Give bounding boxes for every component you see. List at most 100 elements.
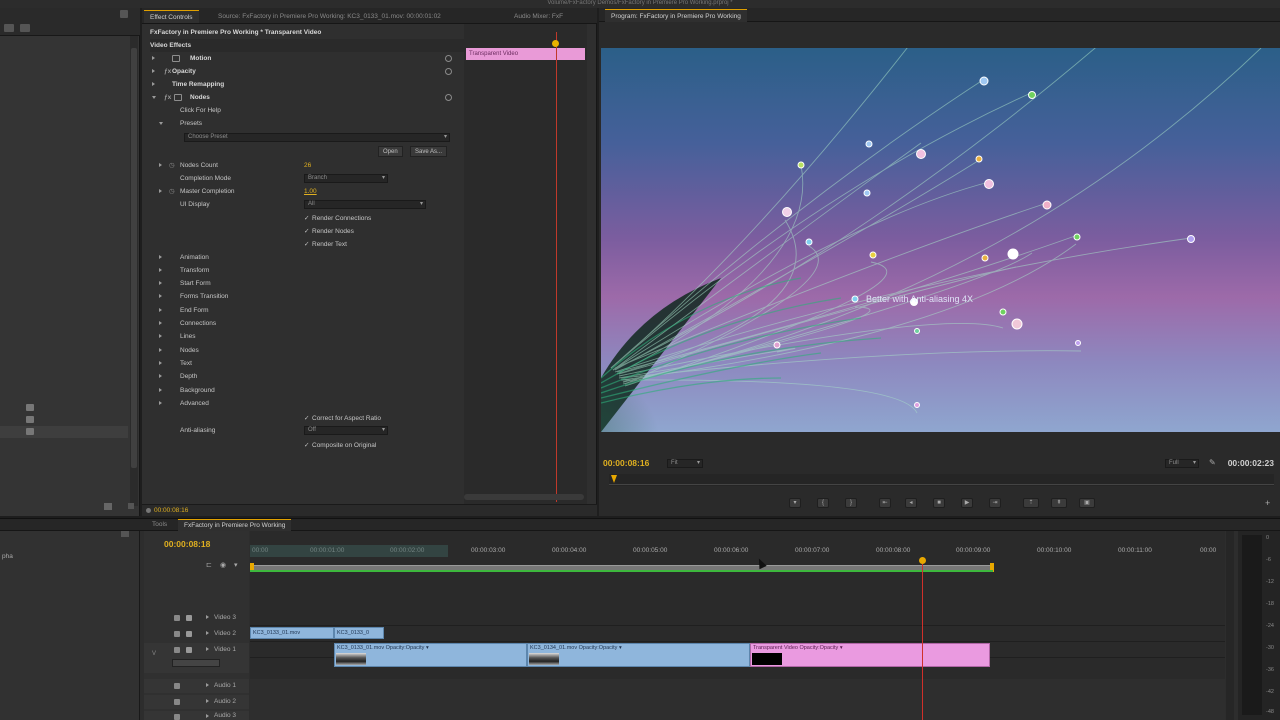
lock-icon[interactable]	[186, 615, 192, 621]
group-row-start-form[interactable]: Start Form	[142, 277, 460, 290]
group-row-forms-transition[interactable]: Forms Transition	[142, 290, 460, 303]
track-header-audio-1[interactable]: Audio 1	[144, 679, 249, 693]
render-nodes-row[interactable]: ✓ Render Nodes	[142, 225, 460, 238]
effect-controls-mini-timeline[interactable]: Transparent Video	[464, 24, 587, 504]
project-selected-row[interactable]	[0, 426, 128, 438]
step-back-icon[interactable]: ◂	[905, 498, 917, 508]
project-scroll-thumb[interactable]	[131, 48, 137, 468]
track-header-video-2[interactable]: Video 2	[144, 627, 249, 641]
tab-effect-controls[interactable]: Effect Controls	[144, 10, 199, 23]
wrench-icon[interactable]: ✎	[1209, 458, 1216, 467]
click-for-help-label[interactable]: Click For Help	[180, 104, 221, 117]
expand-triangle-icon[interactable]	[206, 647, 209, 651]
ec-timecode[interactable]: 00:00:08:16	[154, 507, 188, 514]
composite-original-checkbox[interactable]: ✓	[304, 439, 309, 452]
collapse-triangle-icon[interactable]	[159, 122, 163, 125]
group-row-transform[interactable]: Transform	[142, 264, 460, 277]
nodes-count-row[interactable]: ◷ Nodes Count 26	[142, 159, 460, 172]
expand-triangle-icon[interactable]	[159, 294, 162, 298]
stop-icon[interactable]: ■	[933, 498, 945, 508]
nodes-count-value[interactable]: 26	[304, 159, 311, 172]
master-completion-row[interactable]: ◷ Master Completion 1.00	[142, 185, 460, 198]
reset-icon[interactable]	[445, 55, 452, 62]
expand-triangle-icon[interactable]	[159, 334, 162, 338]
expand-triangle-icon[interactable]	[159, 189, 162, 193]
fx-toggle-icon[interactable]	[174, 94, 182, 101]
source-target-icon[interactable]: V	[152, 651, 156, 657]
choose-preset-dropdown[interactable]: Choose Preset	[184, 133, 450, 142]
list-view-icon[interactable]	[4, 24, 14, 32]
program-playhead-handle[interactable]	[611, 475, 617, 483]
extract-icon[interactable]: ⇞	[1051, 498, 1067, 508]
render-connections-checkbox[interactable]: ✓	[304, 212, 309, 225]
panel-menu-icon[interactable]	[120, 10, 128, 18]
expand-triangle-icon[interactable]	[159, 361, 162, 365]
tab-tools[interactable]: Tools	[146, 519, 173, 531]
group-row-depth[interactable]: Depth	[142, 370, 460, 383]
speaker-icon[interactable]	[174, 699, 180, 705]
time-ruler[interactable]: 00:00 00:00:01:00 00:00:02:00 00:00:03:0…	[250, 545, 1225, 557]
tab-source[interactable]: Source: FxFactory in Premiere Pro Workin…	[212, 10, 482, 23]
program-video-frame[interactable]: Better with Anti-aliasing 4X	[601, 48, 1280, 432]
stopwatch-icon[interactable]: ◷	[169, 159, 175, 172]
bin-icon[interactable]	[26, 416, 34, 423]
audio-tracks-area[interactable]	[250, 679, 1225, 720]
export-frame-icon[interactable]: ▣	[1079, 498, 1095, 508]
expand-triangle-icon[interactable]	[206, 714, 209, 718]
expand-triangle-icon[interactable]	[159, 374, 162, 378]
fit-dropdown[interactable]: Fit	[667, 459, 703, 468]
group-row-end-form[interactable]: End Form	[142, 304, 460, 317]
expand-triangle-icon[interactable]	[159, 321, 162, 325]
expand-triangle-icon[interactable]	[206, 683, 209, 687]
expand-triangle-icon[interactable]	[152, 56, 155, 60]
expand-triangle-icon[interactable]	[159, 401, 162, 405]
bin-icon[interactable]	[26, 404, 34, 411]
eye-icon[interactable]	[174, 615, 180, 621]
presets-row[interactable]: Presets	[142, 117, 460, 130]
clip-v1-b[interactable]: KC3_0134_01.mov Opacity:Opacity ▾	[527, 643, 750, 667]
fx-toggle-icon[interactable]	[172, 55, 180, 62]
timeline-timecode[interactable]: 00:00:08:18	[164, 539, 210, 549]
composite-original-row[interactable]: ✓ Composite on Original	[142, 439, 460, 452]
effect-time-remapping-row[interactable]: Time Remapping	[142, 78, 460, 91]
open-preset-button[interactable]: Open	[378, 146, 403, 157]
tab-sequence[interactable]: FxFactory in Premiere Pro Working	[178, 519, 292, 531]
tools-menu-icon[interactable]	[121, 531, 129, 537]
program-current-time[interactable]: 00:00:08:16	[603, 458, 649, 468]
ui-display-dropdown[interactable]: All	[304, 200, 426, 209]
expand-triangle-icon[interactable]	[152, 69, 155, 73]
lift-icon[interactable]: ⇡	[1023, 498, 1039, 508]
add-marker-icon[interactable]: ▾	[234, 561, 238, 569]
expand-triangle-icon[interactable]	[152, 82, 155, 86]
render-nodes-checkbox[interactable]: ✓	[304, 225, 309, 238]
clip-v2-a[interactable]: KC3_0133_01.mov	[250, 627, 334, 639]
ec-playhead-handle[interactable]	[552, 40, 559, 47]
keyframe-controls[interactable]	[172, 659, 220, 667]
expand-triangle-icon[interactable]	[159, 268, 162, 272]
tab-program[interactable]: Program: FxFactory in Premiere Pro Worki…	[605, 9, 747, 22]
ec-clip-bar[interactable]: Transparent Video	[466, 48, 585, 60]
reset-icon[interactable]	[445, 94, 452, 101]
expand-triangle-icon[interactable]	[159, 348, 162, 352]
eye-icon[interactable]	[174, 647, 180, 653]
timeline-tracks-area[interactable]: 00:00 00:00:01:00 00:00:02:00 00:00:03:0…	[250, 531, 1225, 720]
speaker-icon[interactable]	[174, 714, 180, 720]
stopwatch-icon[interactable]: ◷	[169, 185, 175, 198]
expand-triangle-icon[interactable]	[159, 255, 162, 259]
track-header-audio-3[interactable]: Audio 3	[144, 711, 249, 720]
group-row-text[interactable]: Text	[142, 357, 460, 370]
eye-icon[interactable]	[174, 631, 180, 637]
group-row-background[interactable]: Background	[142, 384, 460, 397]
group-row-connections[interactable]: Connections	[142, 317, 460, 330]
group-row-lines[interactable]: Lines	[142, 330, 460, 343]
timeline-playhead-line[interactable]	[922, 557, 923, 720]
track-header-video-1[interactable]: V Video 1	[144, 643, 249, 673]
group-row-animation[interactable]: Animation	[142, 251, 460, 264]
mark-in-icon[interactable]: ▾	[789, 498, 801, 508]
track-header-audio-2[interactable]: Audio 2	[144, 695, 249, 709]
master-completion-value[interactable]: 1.00	[304, 185, 317, 198]
track-header-video-3[interactable]: Video 3	[144, 611, 249, 625]
effect-opacity-row[interactable]: ƒx Opacity	[142, 65, 460, 78]
program-scrub-bar[interactable]	[609, 474, 1274, 486]
speaker-icon[interactable]	[174, 683, 180, 689]
